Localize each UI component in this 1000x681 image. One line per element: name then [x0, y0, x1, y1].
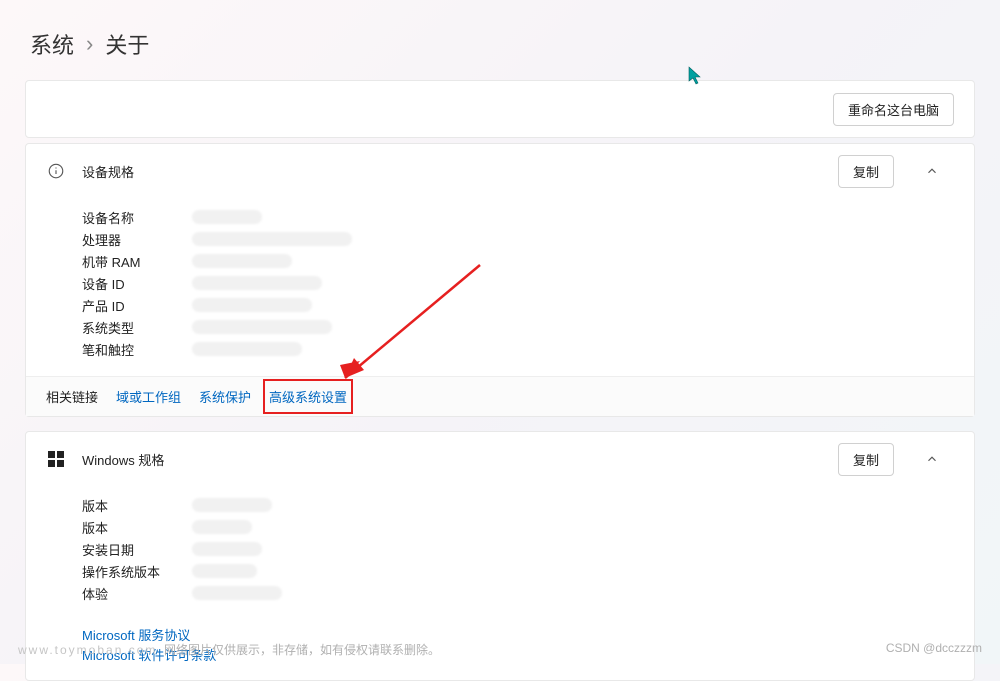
- copy-windows-button[interactable]: 复制: [838, 443, 894, 476]
- windows-specs-title: Windows 规格: [82, 450, 822, 469]
- redacted-value: [192, 520, 252, 534]
- footer-disclaimer: 网络图片仅供展示，非存储，如有侵权请联系删除。: [164, 643, 440, 657]
- chevron-up-icon[interactable]: [910, 443, 954, 475]
- device-specs-header[interactable]: 设备规格 复制: [26, 144, 974, 198]
- footer-site: www.toymoban.com: [18, 643, 157, 657]
- breadcrumb-separator: ›: [86, 31, 93, 57]
- spec-row: 安装日期: [82, 538, 974, 560]
- device-spec-list: 设备名称 处理器 机带 RAM 设备 ID 产品 ID 系统类型 笔和触控: [26, 198, 974, 376]
- redacted-value: [192, 564, 257, 578]
- related-label: 相关链接: [46, 387, 98, 406]
- breadcrumb-current: 关于: [105, 28, 149, 60]
- info-icon: [46, 161, 66, 181]
- redacted-value: [192, 498, 272, 512]
- redacted-value: [192, 342, 302, 356]
- redacted-value: [192, 210, 262, 224]
- copy-device-button[interactable]: 复制: [838, 155, 894, 188]
- spec-row: 操作系统版本: [82, 560, 974, 582]
- redacted-value: [192, 232, 352, 246]
- spec-row: 机带 RAM: [82, 250, 974, 272]
- spec-row: 版本: [82, 494, 974, 516]
- windows-specs-header[interactable]: Windows 规格 复制: [26, 432, 974, 486]
- related-links-bar: 相关链接 域或工作组 系统保护 高级系统设置: [26, 376, 974, 416]
- device-specs-card: 设备规格 复制 设备名称 处理器 机带 RAM 设备 ID 产品 ID 系统类型…: [25, 143, 975, 417]
- spec-row: 笔和触控: [82, 338, 974, 360]
- windows-spec-list: 版本 版本 安装日期 操作系统版本 体验: [26, 486, 974, 620]
- breadcrumb: 系统 › 关于: [0, 0, 1000, 80]
- redacted-value: [192, 320, 332, 334]
- breadcrumb-parent[interactable]: 系统: [30, 28, 74, 60]
- redacted-value: [192, 298, 312, 312]
- spec-row: 版本: [82, 516, 974, 538]
- link-advanced-system-settings[interactable]: 高级系统设置: [269, 385, 347, 408]
- spec-row: 系统类型: [82, 316, 974, 338]
- windows-icon: [46, 449, 66, 469]
- rename-pc-button[interactable]: 重命名这台电脑: [833, 93, 954, 126]
- spec-row: 处理器: [82, 228, 974, 250]
- footer: www.toymoban.com 网络图片仅供展示，非存储，如有侵权请联系删除。…: [18, 641, 982, 658]
- spec-row: 设备 ID: [82, 272, 974, 294]
- link-domain-workgroup[interactable]: 域或工作组: [116, 387, 181, 406]
- footer-credit: CSDN @dcczzzm: [886, 641, 982, 658]
- redacted-value: [192, 586, 282, 600]
- spec-row: 产品 ID: [82, 294, 974, 316]
- redacted-value: [192, 542, 262, 556]
- spec-row: 体验: [82, 582, 974, 604]
- redacted-value: [192, 254, 292, 268]
- spec-row: 设备名称: [82, 206, 974, 228]
- device-name-card: 重命名这台电脑: [25, 80, 975, 138]
- device-specs-title: 设备规格: [82, 162, 822, 181]
- redacted-value: [192, 276, 322, 290]
- link-system-protection[interactable]: 系统保护: [199, 387, 251, 406]
- chevron-up-icon[interactable]: [910, 155, 954, 187]
